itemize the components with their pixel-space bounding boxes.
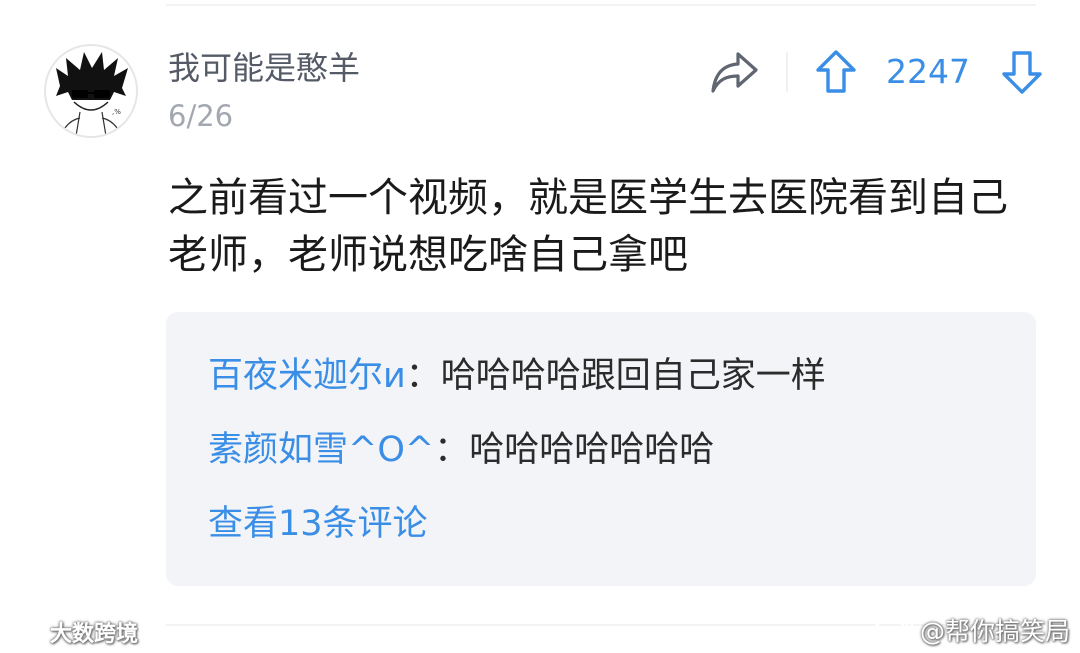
share-icon [711, 52, 758, 93]
reply-author[interactable]: 百夜米迦尔и [208, 356, 406, 396]
comment-screen: ,% 我可能是憨羊 6/26 2247 之前看过一个视频，就是医学生去医院看到自… [0, 0, 1080, 653]
action-separator [786, 52, 788, 92]
reply-item: 百夜米迦尔и：哈哈哈哈跟回自己家一样 [208, 353, 826, 399]
svg-text:,%: ,% [112, 108, 121, 116]
watermark-right: @帮你搞笑局 [872, 612, 1070, 648]
avatar[interactable]: ,% [44, 44, 138, 138]
upvote-button[interactable] [814, 48, 858, 96]
vote-count: 2247 [886, 52, 970, 91]
watermark-right-text: @帮你搞笑局 [919, 617, 1070, 646]
downvote-button[interactable] [1000, 48, 1044, 96]
arrow-up-icon [816, 50, 856, 93]
reply-author[interactable]: 素颜如雪^O^ [208, 430, 434, 470]
share-button[interactable] [708, 46, 762, 98]
reply-item: 素颜如雪^O^：哈哈哈哈哈哈哈 [208, 427, 714, 473]
reply-separator: ： [434, 430, 470, 470]
view-more-replies-link[interactable]: 查看13条评论 [208, 501, 428, 547]
weibo-logo-icon [872, 612, 916, 648]
comment-text: 之前看过一个视频，就是医学生去医院看到自己老师，老师说想吃啥自己拿吧 [168, 175, 1008, 278]
reply-separator: ： [405, 356, 441, 396]
watermark-left-text: 大数跨境 [50, 622, 139, 647]
top-divider [166, 4, 1036, 6]
watermark-left: 大数跨境 [6, 616, 138, 648]
username[interactable]: 我可能是憨羊 [168, 48, 360, 88]
comment-date: 6/26 [168, 99, 234, 133]
arrow-down-icon [1002, 51, 1042, 94]
avatar-image: ,% [56, 52, 128, 136]
reply-text: 哈哈哈哈跟回自己家一样 [440, 356, 826, 396]
weibo-logo-icon [6, 616, 46, 648]
reply-text: 哈哈哈哈哈哈哈 [469, 430, 715, 470]
reply-preview-box: 百夜米迦尔и：哈哈哈哈跟回自己家一样 素颜如雪^O^：哈哈哈哈哈哈哈 查看13条… [166, 312, 1036, 586]
